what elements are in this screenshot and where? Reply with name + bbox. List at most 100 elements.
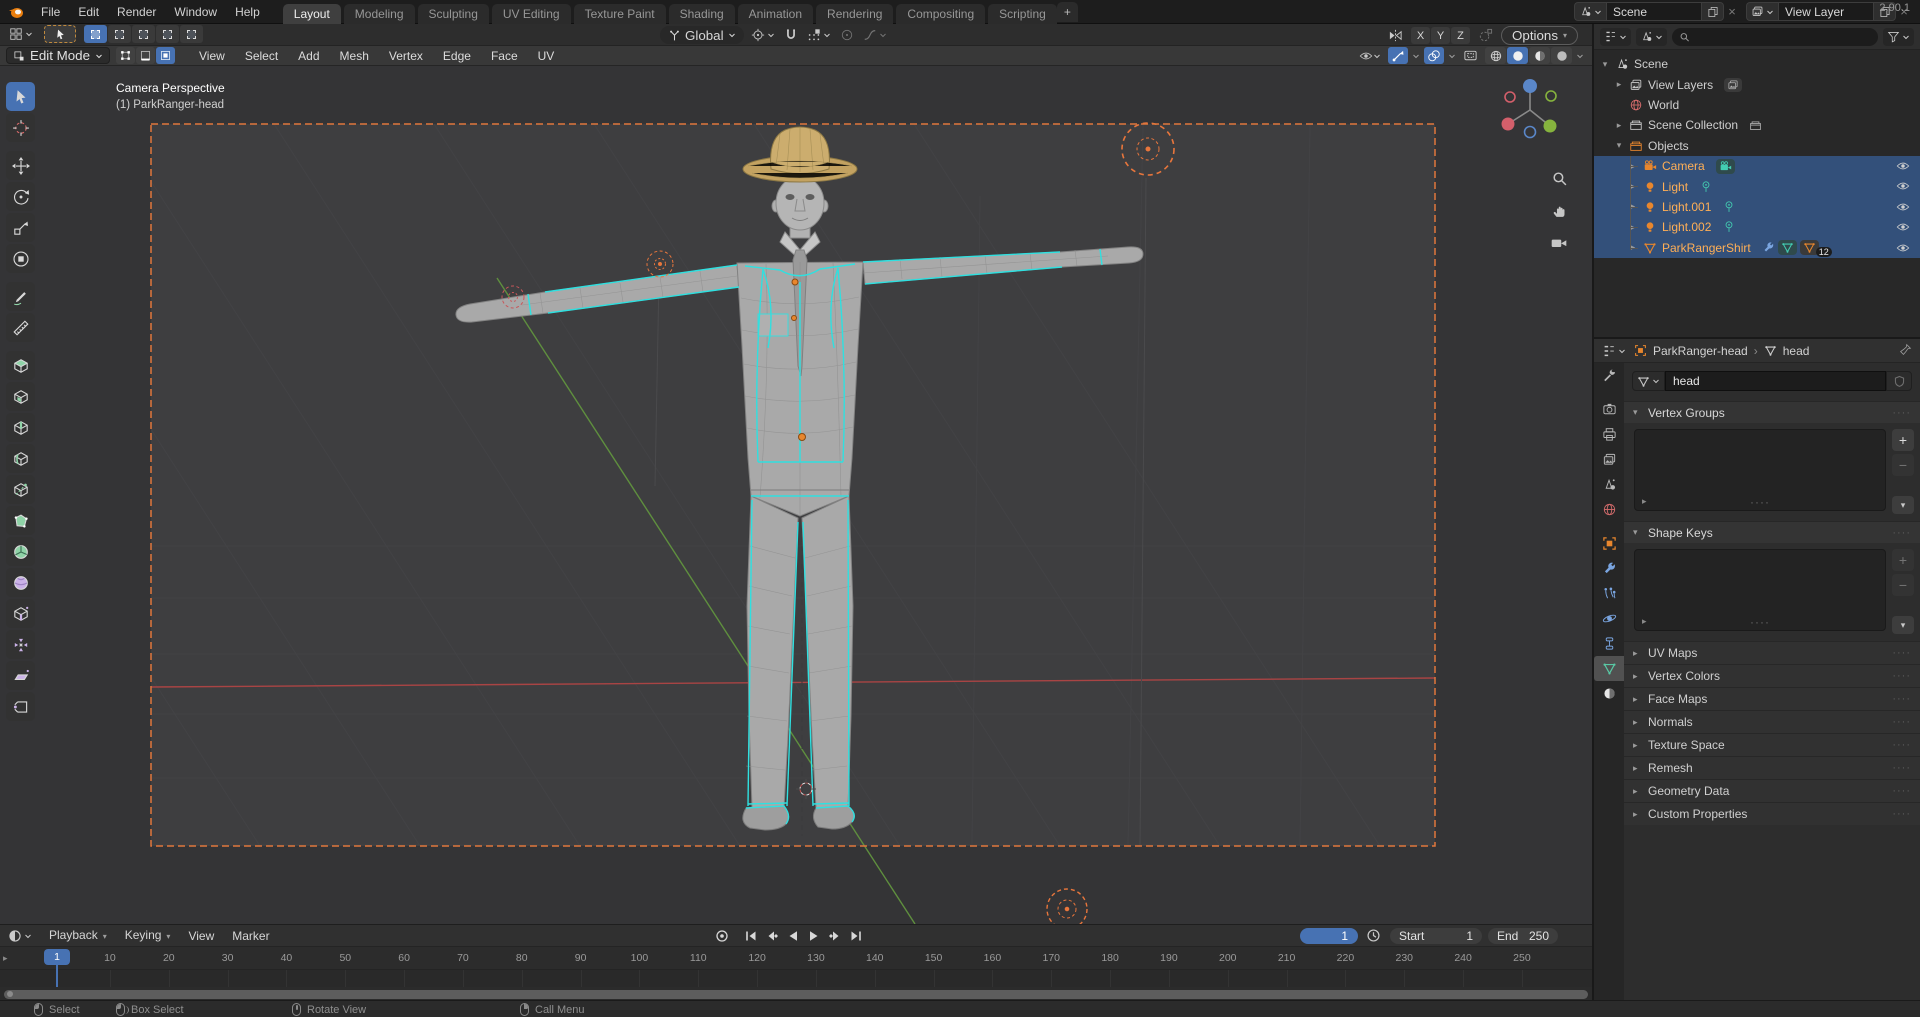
viewport-menu-vertex[interactable]: Vertex — [379, 46, 433, 66]
viewport-canvas[interactable]: Camera Perspective (1) ParkRanger-head — [0, 66, 1592, 924]
outliner-row-light-001[interactable]: ▸ Light.001 — [1594, 197, 1920, 217]
expand-icon[interactable]: ▾ — [1600, 59, 1610, 70]
viewport-menu-select[interactable]: Select — [235, 46, 288, 66]
panel-custom-properties[interactable]: ▸Custom Properties···· — [1624, 802, 1920, 825]
menu-edit[interactable]: Edit — [69, 0, 108, 24]
tool-extrude-region[interactable] — [6, 351, 35, 380]
view-layer-browse-button[interactable] — [1746, 2, 1778, 21]
tab-sculpting[interactable]: Sculpting — [418, 4, 489, 24]
menu-help[interactable]: Help — [226, 0, 269, 24]
snap-settings-dropdown[interactable] — [805, 26, 833, 44]
menu-window[interactable]: Window — [165, 0, 226, 24]
object-type-visibility-dropdown[interactable] — [1356, 47, 1384, 64]
tab-scripting[interactable]: Scripting — [988, 4, 1057, 24]
tool-spin[interactable] — [6, 537, 35, 566]
tab-layout[interactable]: Layout — [283, 4, 341, 24]
outliner-row-scene[interactable]: ▾ Scene — [1594, 54, 1920, 74]
select-mode-extend[interactable] — [108, 25, 131, 43]
viewport-menu-face[interactable]: Face — [481, 46, 528, 66]
tool-rotate[interactable] — [6, 182, 35, 211]
edge-select-button[interactable] — [136, 47, 155, 64]
add-workspace-button[interactable]: + — [1057, 2, 1078, 22]
panel-vertex-colors[interactable]: ▸Vertex Colors···· — [1624, 664, 1920, 687]
outliner-scene-filter-button[interactable] — [1636, 28, 1667, 46]
tab-uv-editing[interactable]: UV Editing — [492, 4, 571, 24]
tab-render[interactable] — [1594, 397, 1624, 422]
tool-measure[interactable] — [6, 313, 35, 342]
wireframe-shading-button[interactable] — [1485, 47, 1506, 64]
tab-rendering[interactable]: Rendering — [816, 4, 893, 24]
viewport-menu-mesh[interactable]: Mesh — [330, 46, 379, 66]
tab-scene[interactable] — [1594, 472, 1624, 497]
scene-new-button[interactable] — [1702, 2, 1724, 21]
active-tool-display[interactable] — [44, 25, 76, 43]
panel-geometry-data[interactable]: ▸Geometry Data···· — [1624, 779, 1920, 802]
timeline-ruler[interactable]: 1 10203040506070809010011012013014015016… — [0, 947, 1592, 969]
play-button[interactable] — [804, 927, 823, 944]
timeline-menu-keying[interactable]: Keying — [116, 924, 180, 948]
tab-physics[interactable] — [1594, 606, 1624, 631]
tab-view-layer[interactable] — [1594, 447, 1624, 472]
tab-object-data[interactable] — [1594, 656, 1624, 681]
chevron-down-icon[interactable] — [1576, 52, 1584, 60]
tab-texture-paint[interactable]: Texture Paint — [574, 4, 666, 24]
tool-bevel[interactable] — [6, 413, 35, 442]
menu-file[interactable]: File — [32, 0, 69, 24]
tool-knife[interactable] — [6, 475, 35, 504]
select-mode-intersect[interactable] — [180, 25, 203, 43]
material-preview-button[interactable] — [1529, 47, 1550, 64]
pan-hand-icon[interactable] — [1551, 202, 1568, 219]
jump-to-start-button[interactable] — [741, 927, 760, 944]
properties-editor-type-button[interactable] — [1600, 342, 1628, 360]
xray-toggle[interactable] — [1460, 47, 1481, 64]
auto-keying-button[interactable] — [712, 927, 731, 944]
outliner-row-world[interactable]: World — [1594, 95, 1920, 115]
rendered-shading-button[interactable] — [1551, 47, 1572, 64]
light-data-icon[interactable] — [1699, 180, 1713, 194]
viewport-menu-edge[interactable]: Edge — [433, 46, 481, 66]
snap-toggle[interactable] — [782, 26, 800, 44]
vertex-groups-list[interactable]: ▸ ···· — [1634, 429, 1886, 511]
tool-select-box[interactable] — [6, 82, 35, 111]
mesh-data-icon[interactable] — [1778, 240, 1797, 255]
transform-orientation-dropdown[interactable]: Global — [660, 26, 744, 44]
tab-modifiers[interactable] — [1594, 556, 1624, 581]
view-layer-name-field[interactable]: View Layer — [1778, 2, 1874, 21]
list-expand-icon[interactable]: ▸ — [1642, 616, 1647, 627]
tab-material[interactable] — [1594, 681, 1624, 706]
tool-smooth[interactable] — [6, 568, 35, 597]
light-data-icon[interactable] — [1722, 220, 1736, 234]
options-dropdown[interactable]: Options — [1501, 26, 1578, 45]
playhead[interactable]: 1 — [44, 949, 70, 965]
viewport-menu-uv[interactable]: UV — [528, 46, 565, 66]
next-keyframe-button[interactable] — [825, 927, 844, 944]
shape-keys-panel-header[interactable]: ▾Shape Keys···· — [1624, 521, 1920, 543]
timeline-editor-type-button[interactable] — [6, 927, 34, 945]
breadcrumb-object[interactable]: ParkRanger-head — [1653, 344, 1748, 358]
chevron-down-icon[interactable] — [1412, 52, 1420, 60]
outliner-row-light-002[interactable]: ▸ Light.002 — [1594, 217, 1920, 237]
tool-move[interactable] — [6, 151, 35, 180]
play-reverse-button[interactable] — [783, 927, 802, 944]
timeline-tracks[interactable] — [0, 969, 1592, 987]
proportional-falloff-dropdown[interactable] — [861, 26, 889, 44]
camera-data-icon[interactable] — [1716, 159, 1735, 174]
mirror-toggle[interactable] — [1386, 27, 1405, 45]
tool-shrink-fatten[interactable] — [6, 630, 35, 659]
shape-keys-list[interactable]: ▸ ···· — [1634, 549, 1886, 631]
mesh-data-browse-button[interactable] — [1632, 371, 1665, 391]
outliner-search-input[interactable] — [1695, 30, 1871, 44]
panel-uv-maps[interactable]: ▸UV Maps···· — [1624, 641, 1920, 664]
mode-dropdown[interactable]: Edit Mode — [6, 47, 110, 64]
tab-tool[interactable] — [1594, 363, 1624, 388]
pivot-point-dropdown[interactable] — [749, 26, 777, 44]
tab-object[interactable] — [1594, 531, 1624, 556]
tool-poly-build[interactable] — [6, 506, 35, 535]
outliner-row-objects[interactable]: ▾ Objects — [1594, 136, 1920, 156]
scene-unlink-button[interactable]: × — [1724, 2, 1740, 21]
collapse-icon[interactable]: ▾ — [1614, 140, 1624, 151]
jump-to-end-button[interactable] — [846, 927, 865, 944]
frame-end-field[interactable]: End250 — [1488, 928, 1558, 944]
list-resize-grip[interactable]: ···· — [1750, 495, 1770, 509]
overlays-toggle[interactable] — [1424, 47, 1444, 64]
